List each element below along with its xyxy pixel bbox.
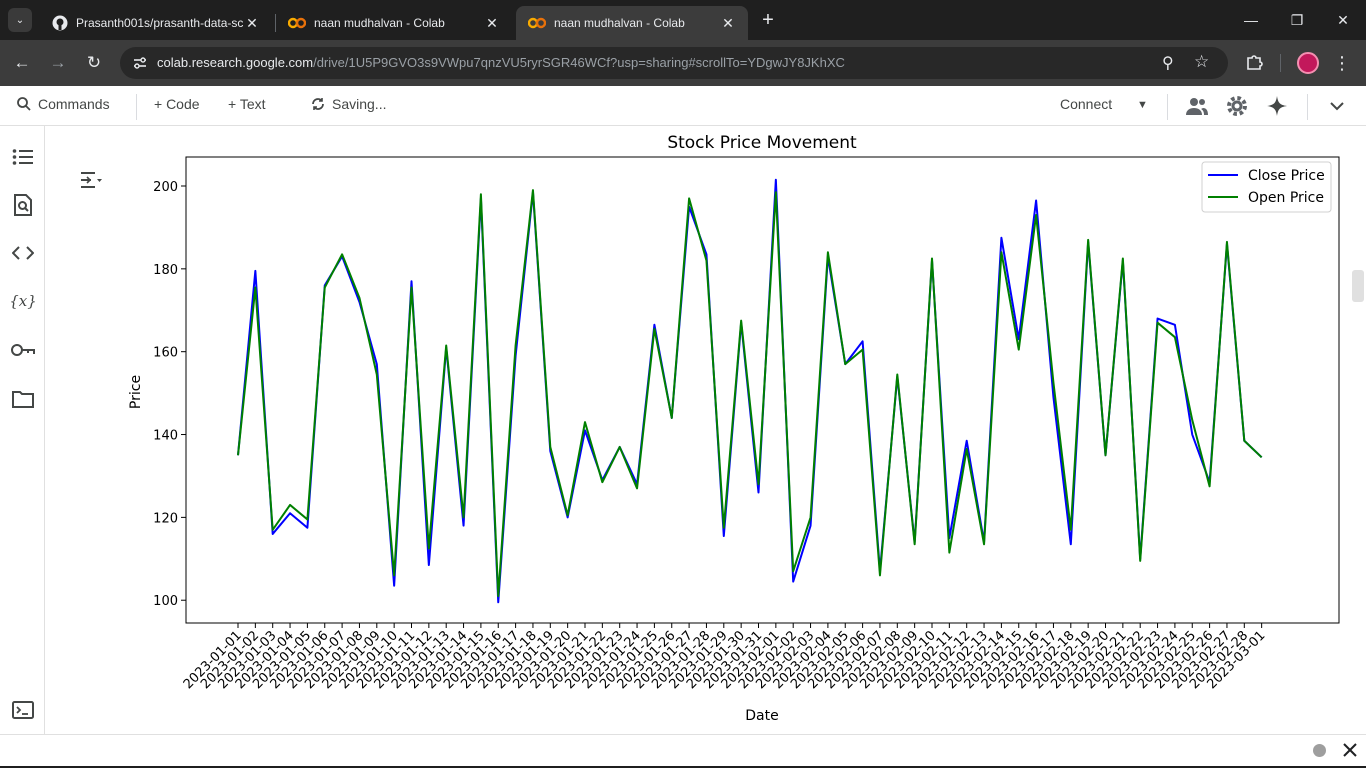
browser-tab-colab-active[interactable]: naan mudhalvan - Colab ✕ <box>516 6 748 40</box>
sync-icon <box>312 98 324 110</box>
output-actions-icon[interactable] <box>76 168 106 192</box>
tab-title: Prasanth001s/prasanth-data-sci <box>76 16 244 30</box>
y-tick-label: 140 <box>153 429 178 444</box>
toolbar-separator <box>1280 54 1281 72</box>
reload-icon: ↻ <box>86 53 102 72</box>
chart-series <box>237 178 1263 604</box>
terminal-icon[interactable] <box>10 697 36 723</box>
commands-label: Commands <box>38 96 110 112</box>
close-icon: ✕ <box>1337 11 1349 28</box>
legend-label-open: Open Price <box>1248 190 1324 206</box>
reload-button[interactable]: ↻ <box>80 49 108 77</box>
close-icon[interactable]: ✕ <box>484 15 500 32</box>
add-code-label: + Code <box>154 96 200 112</box>
connect-options-dropdown[interactable]: ▼ <box>1137 99 1148 111</box>
commands-button[interactable]: Commands <box>16 96 110 112</box>
x-axis-ticks: 2023-01-012023-01-022023-01-032023-01-04… <box>181 623 1268 692</box>
y-tick-label: 160 <box>153 346 178 361</box>
collapse-toolbar-button[interactable] <box>1324 94 1350 118</box>
legend-label-close: Close Price <box>1248 168 1325 184</box>
variables-icon[interactable]: {𝑥} <box>9 288 37 314</box>
colab-sidebar: {𝑥} <box>0 126 45 734</box>
share-people-icon[interactable] <box>1184 94 1210 118</box>
saving-label: Saving... <box>332 96 387 112</box>
save-status: Saving... <box>310 96 386 112</box>
colab-icon <box>288 17 306 29</box>
chart-title: Stock Price Movement <box>667 133 857 153</box>
settings-gear-icon[interactable] <box>1224 94 1250 118</box>
connect-label: Connect <box>1060 96 1113 112</box>
window-close-button[interactable]: ✕ <box>1320 0 1366 40</box>
search-icon <box>17 97 31 111</box>
site-settings-icon[interactable] <box>132 55 148 71</box>
url-text[interactable]: colab.research.google.com/drive/1U5P9GVO… <box>157 55 845 70</box>
chevron-down-icon <box>1330 102 1344 111</box>
extensions-puzzle-icon[interactable] <box>1243 51 1265 73</box>
url-path: /drive/1U5P9GVO3s9VWpu7qnzVU5ryrSGR46WCf… <box>313 55 845 70</box>
plot-frame <box>185 156 1340 624</box>
add-text-cell-button[interactable]: + Text <box>228 96 266 112</box>
bookmark-star-icon[interactable]: ☆ <box>1194 52 1209 72</box>
forward-button[interactable]: → <box>44 49 72 77</box>
gemini-sparkle-icon[interactable] <box>1264 94 1290 118</box>
y-axis-ticks: 100 120 140 160 180 200 <box>153 180 186 609</box>
close-icon <box>1343 743 1357 757</box>
arrow-right-icon: → <box>49 53 67 72</box>
colab-toolbar: Commands + Code + Text Saving... Connect… <box>0 86 1366 126</box>
chevron-down-icon: ⌄ <box>15 14 25 26</box>
y-tick-label: 200 <box>153 180 178 195</box>
toolbar-separator <box>1167 94 1168 120</box>
y-tick-label: 120 <box>153 511 178 526</box>
toolbar-separator <box>136 94 137 120</box>
browser-tab-colab-1[interactable]: naan mudhalvan - Colab ✕ <box>276 6 512 40</box>
chart-legend: Close Price Open Price <box>1201 161 1332 213</box>
browser-toolbar: ← → ↻ colab.research.google.com/drive/1U… <box>0 40 1366 86</box>
tab-title: naan mudhalvan - Colab <box>314 16 445 30</box>
add-text-label: + Text <box>228 96 266 112</box>
plus-icon: + <box>762 8 774 31</box>
runtime-status-indicator[interactable] <box>1313 744 1326 757</box>
series-open-price <box>237 189 1263 598</box>
close-icon[interactable]: ✕ <box>720 15 736 32</box>
files-folder-icon[interactable] <box>10 386 36 412</box>
tab-search-button[interactable]: ⌄ <box>8 8 32 32</box>
browser-tab-strip: ⌄ Prasanth001s/prasanth-data-sci ✕ naan … <box>0 0 1366 40</box>
back-button[interactable]: ← <box>8 49 36 77</box>
more-vert-icon: ⋮ <box>1333 52 1351 73</box>
y-tick-label: 180 <box>153 263 178 278</box>
restore-button[interactable]: ❐ <box>1274 0 1320 40</box>
browser-menu-button[interactable]: ⋮ <box>1330 50 1354 76</box>
status-bar <box>0 734 1366 768</box>
new-tab-button[interactable]: + <box>756 8 780 32</box>
find-replace-icon[interactable] <box>10 192 36 218</box>
scrollbar-thumb[interactable] <box>1352 270 1364 302</box>
x-axis-label: Date <box>745 708 778 724</box>
browser-tab-github[interactable]: Prasanth001s/prasanth-data-sci ✕ <box>40 6 272 40</box>
secrets-key-icon[interactable] <box>10 337 36 363</box>
toolbar-separator <box>1307 94 1308 120</box>
colab-icon <box>528 17 546 29</box>
minimize-button[interactable]: — <box>1228 0 1274 40</box>
url-host: colab.research.google.com <box>157 55 314 70</box>
arrow-left-icon: ← <box>13 53 31 72</box>
restore-icon: ❐ <box>1290 11 1304 28</box>
close-icon[interactable]: ✕ <box>244 15 260 32</box>
y-axis-label: Price <box>128 375 144 409</box>
github-icon <box>52 15 68 31</box>
dropdown-arrow-icon: ▼ <box>1137 99 1148 111</box>
connect-button[interactable]: Connect <box>1060 96 1112 112</box>
address-bar[interactable]: colab.research.google.com/drive/1U5P9GVO… <box>120 47 1228 79</box>
profile-avatar[interactable] <box>1297 52 1319 74</box>
tab-title: naan mudhalvan - Colab <box>554 16 685 30</box>
close-status-button[interactable] <box>1338 738 1362 762</box>
zoom-icon[interactable]: ⚲ <box>1162 53 1174 73</box>
y-tick-label: 100 <box>153 594 178 609</box>
stock-price-chart: Stock Price Movement Price Date 100 120 14… <box>128 133 1340 724</box>
table-of-contents-icon[interactable] <box>10 144 36 170</box>
code-snippets-icon[interactable] <box>10 240 36 266</box>
minimize-icon: — <box>1244 12 1258 28</box>
add-code-cell-button[interactable]: + Code <box>154 96 200 112</box>
